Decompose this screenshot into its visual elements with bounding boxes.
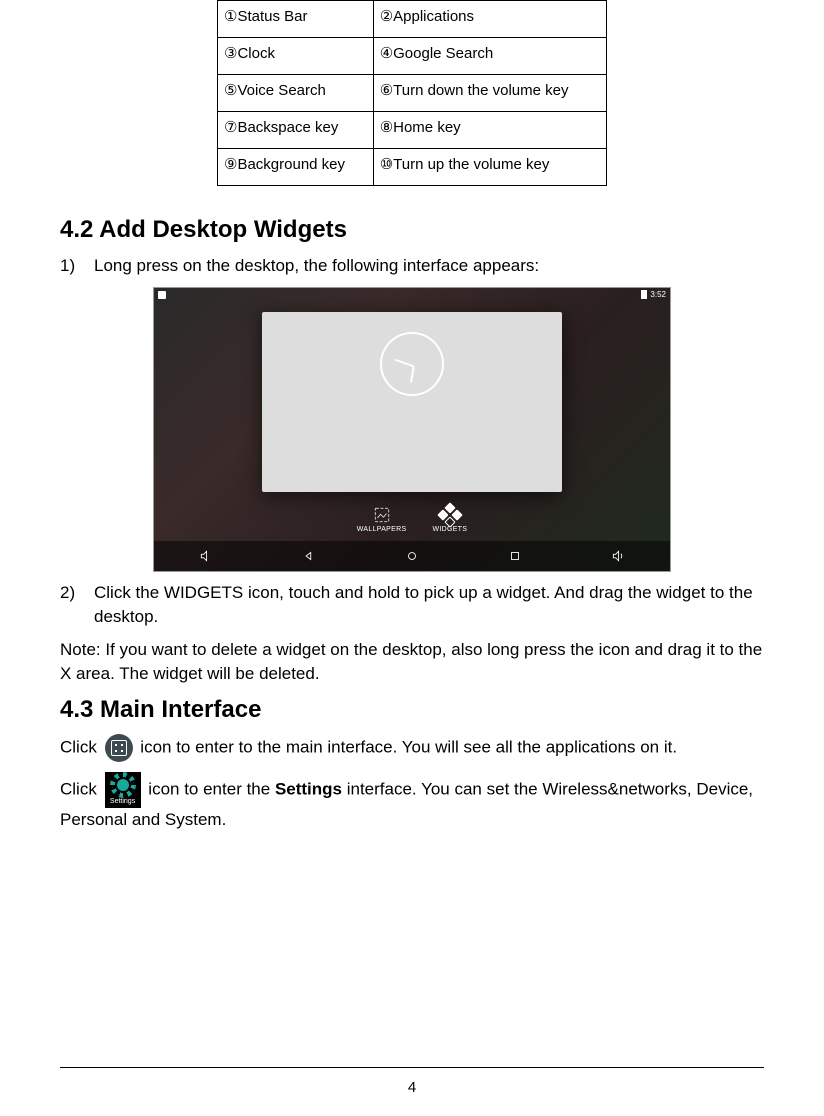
volume-up-icon[interactable] (600, 549, 636, 563)
wallpapers-option[interactable]: WALLPAPERS (357, 506, 407, 533)
recents-icon[interactable] (497, 549, 533, 563)
android-status-bar: 3:52 (154, 288, 670, 302)
reference-table: ①Status Bar ②Applications ③Clock ④Google… (217, 0, 607, 186)
section-heading-4-2: 4.2 Add Desktop Widgets (60, 216, 764, 244)
step-text: Click the WIDGETS icon, touch and hold t… (94, 581, 764, 629)
table-cell: ⑥Turn down the volume key (373, 75, 606, 112)
table-cell: ⑨Background key (218, 149, 374, 186)
table-cell: ②Applications (373, 1, 606, 38)
section-heading-4-3: 4.3 Main Interface (60, 696, 764, 724)
table-cell: ①Status Bar (218, 1, 374, 38)
launcher-options-bar: WALLPAPERS WIDGETS (154, 506, 670, 533)
back-icon[interactable] (291, 549, 327, 563)
status-time: 3:52 (650, 290, 666, 299)
android-nav-bar (154, 541, 670, 571)
table-cell: ⑤Voice Search (218, 75, 374, 112)
table-cell: ⑩Turn up the volume key (373, 149, 606, 186)
battery-icon (641, 290, 647, 299)
settings-app-icon: Settings (105, 772, 141, 808)
table-cell: ③Clock (218, 38, 374, 75)
wallpapers-label: WALLPAPERS (357, 526, 407, 533)
step-number: 2) (60, 581, 94, 629)
table-cell: ⑧Home key (373, 112, 606, 149)
step-text: Long press on the desktop, the following… (94, 254, 764, 278)
footer-rule (60, 1067, 764, 1068)
home-icon[interactable] (394, 549, 430, 563)
status-notification-icon (158, 291, 166, 299)
widgets-option[interactable]: WIDGETS (432, 506, 467, 533)
main-interface-paragraph-1: Click icon to enter to the main interfac… (60, 734, 764, 762)
widgets-icon (437, 502, 462, 527)
clock-widget-preview (380, 332, 444, 396)
desktop-longpress-screenshot: 3:52 WALLPAPERS WIDGETS (154, 288, 670, 571)
main-interface-paragraph-2: Click Settings icon to enter the Setting… (60, 772, 764, 832)
volume-down-icon[interactable] (188, 549, 224, 563)
settings-bold: Settings (275, 779, 342, 798)
table-cell: ④Google Search (373, 38, 606, 75)
page-number: 4 (0, 1079, 824, 1096)
note-paragraph: Note: If you want to delete a widget on … (60, 638, 764, 686)
step-number: 1) (60, 254, 94, 278)
launcher-preview-panel (262, 312, 562, 492)
table-cell: ⑦Backspace key (218, 112, 374, 149)
wallpapers-icon (373, 506, 391, 524)
apps-drawer-icon (105, 734, 133, 762)
